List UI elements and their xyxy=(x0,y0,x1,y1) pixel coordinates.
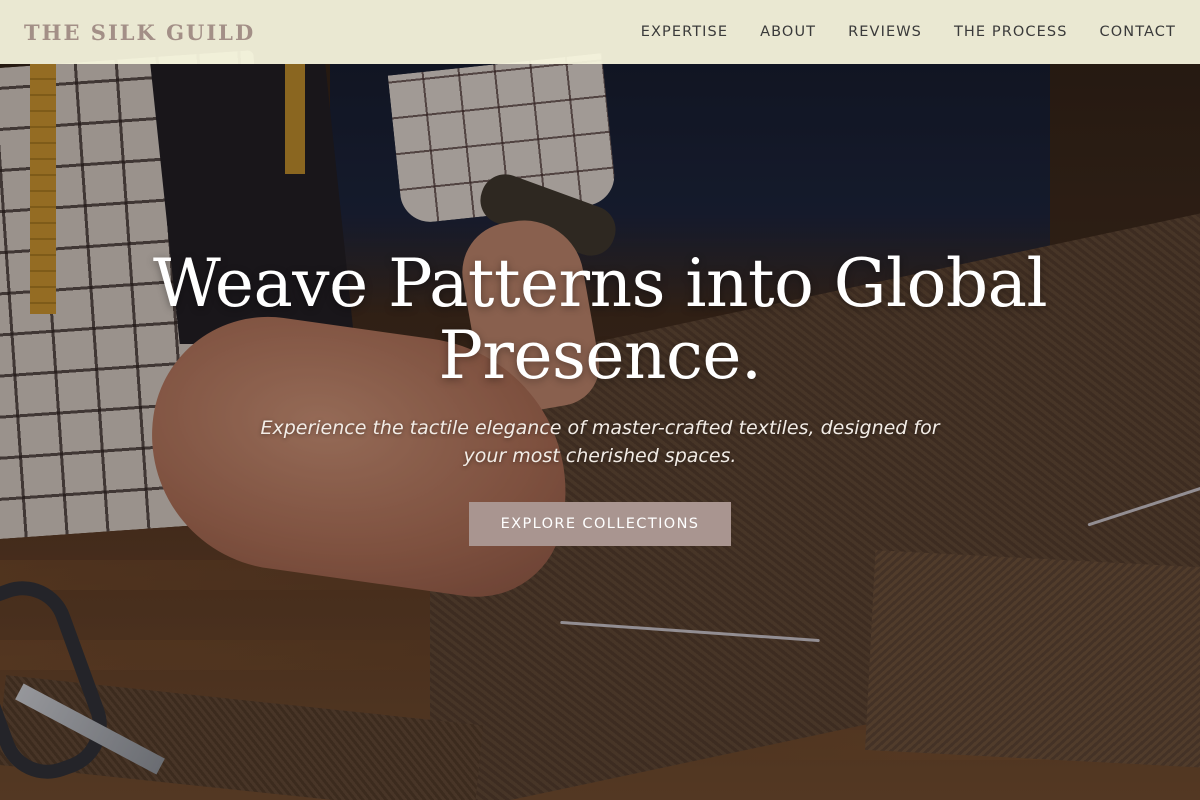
nav-item-reviews[interactable]: REVIEWS xyxy=(848,24,922,40)
landing-page: THE SILK GUILD EXPERTISE ABOUT REVIEWS T… xyxy=(0,0,1200,800)
site-header: THE SILK GUILD EXPERTISE ABOUT REVIEWS T… xyxy=(0,0,1200,64)
brand-logo[interactable]: THE SILK GUILD xyxy=(24,20,255,45)
nav-item-contact[interactable]: CONTACT xyxy=(1100,24,1176,40)
nav-item-about[interactable]: ABOUT xyxy=(760,24,816,40)
nav-item-the-process[interactable]: THE PROCESS xyxy=(954,24,1068,40)
explore-collections-button[interactable]: EXPLORE COLLECTIONS xyxy=(469,502,731,546)
nav-item-expertise[interactable]: EXPERTISE xyxy=(641,24,728,40)
main-nav: EXPERTISE ABOUT REVIEWS THE PROCESS CONT… xyxy=(641,24,1176,40)
hero-title: Weave Patterns into Global Presence. xyxy=(152,245,1048,394)
hero-subtitle: Experience the tactile elegance of maste… xyxy=(260,417,940,467)
hero-section: Weave Patterns into Global Presence. Exp… xyxy=(0,248,1200,546)
